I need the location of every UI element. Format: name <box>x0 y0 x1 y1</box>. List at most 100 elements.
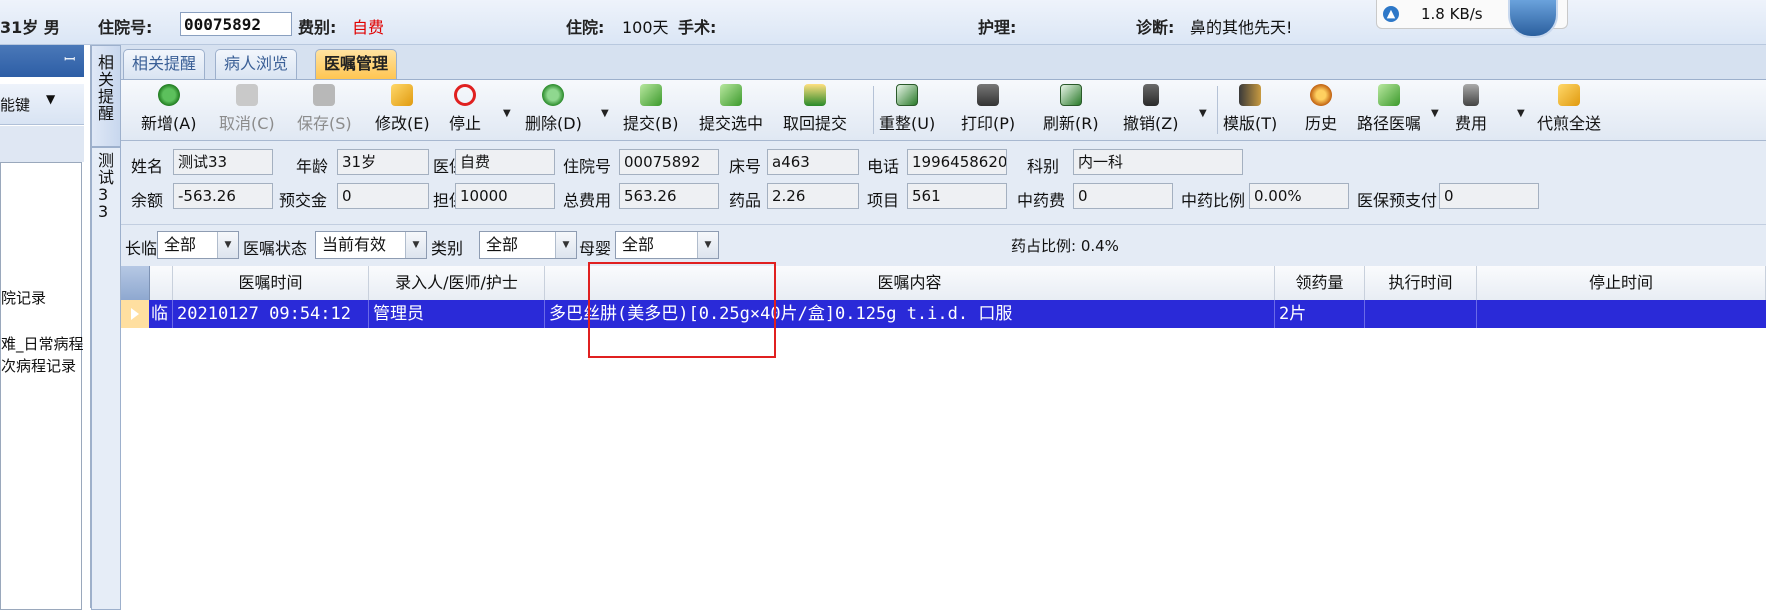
delete-button[interactable]: 删除(D) <box>525 84 582 134</box>
tcm-ratio-field: 0.00% <box>1249 183 1349 209</box>
mother-baby-select[interactable]: 全部 ▼ <box>615 231 719 259</box>
revoke-dropdown-arrow[interactable]: ▼ <box>1199 108 1207 119</box>
left-nav-menu[interactable]: 能键 ▼ <box>0 84 84 125</box>
stop-dropdown-arrow[interactable]: ▼ <box>503 108 511 119</box>
pathway-order-button[interactable]: 路径医嘱 <box>1357 84 1421 134</box>
diagnosis-value: 鼻的其他先天! <box>1190 18 1293 37</box>
calculator-icon <box>1463 84 1479 106</box>
template-button[interactable]: 模版(T) <box>1223 84 1277 134</box>
reorder-button[interactable]: 重整(U) <box>879 84 935 134</box>
history-button[interactable]: 历史 <box>1305 84 1337 134</box>
grid-col-exec-time[interactable]: 执行时间 <box>1365 266 1477 300</box>
submit-selected-button[interactable]: 提交选中 <box>699 84 763 134</box>
inpatient-field: 00075892 <box>619 149 719 175</box>
name-label: 姓名 <box>131 157 164 176</box>
decoct-all-button[interactable]: 代煎全送 <box>1537 84 1601 134</box>
submit-button[interactable]: 提交(B) <box>623 84 678 134</box>
tab-order-management[interactable]: 医嘱管理 <box>315 49 398 79</box>
row-selected-arrow-icon <box>121 300 149 328</box>
insurance-field: 自费 <box>455 149 555 175</box>
grid-col-type[interactable] <box>149 266 173 300</box>
category-select[interactable]: 全部 ▼ <box>479 231 577 259</box>
long-temp-select[interactable]: 全部 ▼ <box>157 231 239 259</box>
toolbar-separator <box>1217 86 1218 134</box>
chevron-down-icon: ▼ <box>46 92 56 106</box>
patient-info-panel: 姓名 测试33 年龄 31岁 医保 自费 住院号 00075892 床号 a46… <box>121 141 1766 221</box>
left-nav-item[interactable]: 难_日常病程 <box>1 333 84 354</box>
left-nav-list: 院记录 难_日常病程 次病程记录 <box>0 162 84 610</box>
vertical-tab-patient[interactable]: 测试33 <box>91 147 121 610</box>
balance-field: -563.26 <box>173 183 273 209</box>
vertical-tab-reminder-label: 相关提醒 <box>98 53 115 123</box>
fee-type-label: 费别: <box>298 18 337 37</box>
table-row[interactable]: 临 20210127 09:54:12 管理员 多巴丝肼(美多巴)[0.25g×… <box>121 300 1766 328</box>
add-icon <box>157 84 180 106</box>
print-icon <box>977 84 1000 106</box>
grid-col-stop-time[interactable]: 停止时间 <box>1477 266 1766 300</box>
inpatient-label: 住院号 <box>563 157 612 176</box>
insurance-prepay-field: 0 <box>1439 183 1539 209</box>
toolbar: 新增(A) 取消(C) 保存(S) 修改(E) 停止 ▼ 删除(D) ▼ 提交(… <box>121 80 1766 141</box>
order-type-cell: 临 <box>149 300 173 328</box>
drug-fee-label: 药品 <box>729 191 762 210</box>
chevron-down-icon: ▼ <box>555 232 576 258</box>
revoke-button[interactable]: 撤销(Z) <box>1123 84 1178 134</box>
print-button[interactable]: 打印(P) <box>961 84 1015 134</box>
chevron-down-icon: ▼ <box>217 232 238 258</box>
edit-button[interactable]: 修改(E) <box>375 84 430 134</box>
add-button[interactable]: 新增(A) <box>141 84 196 134</box>
long-temp-label: 长临 <box>125 239 158 258</box>
pathway-dropdown-arrow[interactable]: ▼ <box>1431 108 1439 119</box>
order-status-select[interactable]: 当前有效 ▼ <box>315 231 427 259</box>
refresh-button[interactable]: 刷新(R) <box>1043 84 1099 134</box>
vertical-tab-reminder[interactable]: 相关提醒 <box>91 45 121 147</box>
grid-row-indicator-header <box>121 266 150 300</box>
prepay-field: 0 <box>337 183 429 209</box>
toolbar-separator <box>873 86 874 134</box>
left-nav-item[interactable]: 院记录 <box>1 287 46 308</box>
bed-field: a463 <box>767 149 859 175</box>
left-nav-item[interactable]: 次病程记录 <box>1 355 76 376</box>
total-fee-label: 总费用 <box>563 191 612 210</box>
tab-reminder[interactable]: 相关提醒 <box>123 49 206 79</box>
cancel-submit-button[interactable]: 取回提交 <box>783 84 847 134</box>
stop-time-cell <box>1477 300 1766 328</box>
order-grid-header: 医嘱时间 录入人/医师/护士 医嘱内容 领药量 执行时间 停止时间 <box>121 266 1766 301</box>
nursing-label: 护理: <box>978 18 1017 37</box>
cancel-submit-icon <box>804 84 826 106</box>
dept-label: 科别 <box>1027 157 1060 176</box>
insurance-prepay-label: 医保预支付 <box>1357 191 1438 210</box>
save-button[interactable]: 保存(S) <box>297 84 352 134</box>
security-shield-icon[interactable] <box>1508 0 1558 38</box>
grid-col-quantity[interactable]: 领药量 <box>1275 266 1365 300</box>
tcm-fee-label: 中药费 <box>1017 191 1066 210</box>
pin-icon[interactable]: ꟷ <box>64 50 78 68</box>
submit-icon <box>639 84 662 106</box>
tab-bar: 相关提醒 病人浏览 医嘱管理 <box>121 45 1766 80</box>
upload-arrow-icon: ▲ <box>1383 6 1399 22</box>
age-field: 31岁 <box>337 149 429 175</box>
age-gender: 31岁 男 <box>0 18 60 37</box>
mother-baby-label: 母婴 <box>579 239 612 258</box>
fee-dropdown-arrow[interactable]: ▼ <box>1517 108 1525 119</box>
name-field: 测试33 <box>173 149 273 175</box>
patient-header: 31岁 男 住院号: 00075892 费别: 自费 住院: 100天 手术: … <box>0 0 1766 45</box>
tab-patient-browse[interactable]: 病人浏览 <box>215 49 298 79</box>
undo-button[interactable]: 取消(C) <box>219 84 275 134</box>
chevron-down-icon: ▼ <box>697 232 718 258</box>
delete-dropdown-arrow[interactable]: ▼ <box>601 108 609 119</box>
balance-label: 余额 <box>131 191 164 210</box>
stop-button[interactable]: 停止 <box>449 84 481 134</box>
stay-label: 住院: <box>566 18 605 37</box>
inpatient-no-value: 00075892 <box>180 12 292 36</box>
entered-by-cell: 管理员 <box>369 300 545 328</box>
order-time-cell: 20210127 09:54:12 <box>173 300 369 328</box>
tcm-fee-field: 0 <box>1073 183 1173 209</box>
grid-col-order-time[interactable]: 医嘱时间 <box>173 266 369 300</box>
bed-label: 床号 <box>729 157 762 176</box>
category-label: 类别 <box>431 239 464 258</box>
total-fee-field: 563.26 <box>619 183 719 209</box>
grid-col-entered-by[interactable]: 录入人/医师/护士 <box>369 266 545 300</box>
fee-button[interactable]: 费用 <box>1455 84 1487 134</box>
inpatient-no-label: 住院号: <box>98 18 153 37</box>
